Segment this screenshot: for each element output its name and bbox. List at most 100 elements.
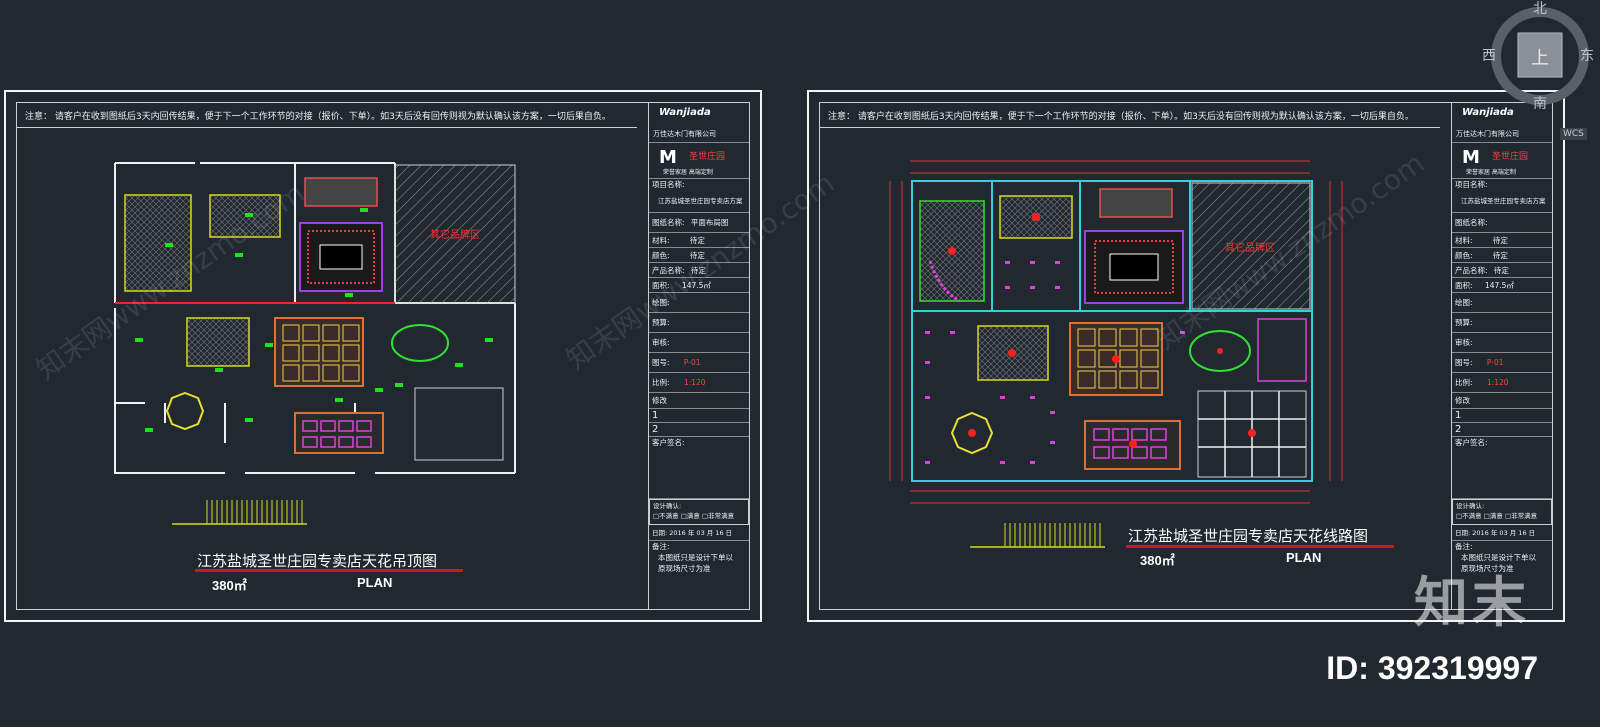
date-row: 日期: 2016 年 03 月 16 日 — [649, 525, 749, 541]
brand-slogan: 荣誉家居 高端定制 — [1466, 169, 1516, 176]
remark-label: 备注: — [652, 542, 670, 551]
material-row: 材料: 待定 — [1452, 233, 1552, 248]
review-row: 审核: — [1452, 333, 1552, 353]
color-value: 待定 — [1492, 251, 1508, 260]
title-block: Wanjiada 万佳达木门有限公司 M 圣世庄园 荣誉家居 高端定制 项目名称… — [1451, 103, 1552, 609]
project-name-row: 项目名称: 江苏盐城圣世庄园专卖店方案 — [649, 179, 749, 213]
revise-row: 修改 — [1452, 393, 1552, 409]
compass-west[interactable]: 西 — [1482, 45, 1496, 65]
image-id: ID: 392319997 — [1326, 650, 1538, 686]
drawing-name-label: 图纸名称: — [1455, 218, 1488, 227]
draw-label: 绘图: — [1455, 298, 1473, 307]
review-label: 审核: — [1455, 338, 1473, 347]
project-name-row: 项目名称: 江苏盐城圣世庄园专卖店方案 — [1452, 179, 1552, 213]
budget-label: 预算: — [1455, 318, 1473, 327]
compass-east[interactable]: 东 — [1580, 45, 1594, 65]
lighting-plan-drawing[interactable]: 其它品牌区 — [880, 151, 1360, 511]
sheet-frame: 注意： 请客户在收到图纸后3天内回传结果，便于下一个工作环节的对接（报价、下单）… — [16, 102, 750, 610]
drawing-title: 江苏盐城圣世庄园专卖店天花吊顶图 — [197, 552, 438, 570]
option-satisfied[interactable]: □满意 — [1484, 512, 1503, 520]
revise-row: 修改 — [649, 393, 749, 409]
number-value: P-01 — [683, 358, 701, 367]
sheet-note: 注意： 请客户在收到图纸后3天内回传结果，便于下一个工作环节的对接（报价、下单）… — [25, 112, 611, 122]
area-value: 147.5㎡ — [1484, 281, 1514, 290]
number-label: 图号: — [1455, 358, 1473, 367]
wcs-button[interactable]: WCS — [1560, 128, 1587, 140]
rev2-value: 2 — [1455, 424, 1462, 435]
area-row-label: 面积: — [1455, 281, 1473, 290]
color-label: 颜色: — [652, 251, 670, 260]
divider — [17, 127, 637, 128]
option-satisfied[interactable]: □满意 — [681, 512, 700, 520]
revise-label: 修改 — [1455, 396, 1470, 405]
title-block: Wanjiada 万佳达木门有限公司 M 圣世庄园 荣誉家居 高端定制 项目名称… — [648, 103, 749, 609]
remark-value: 本图纸只是设计下单以原现场尺寸为准 — [658, 553, 733, 573]
area-label: 380㎡ — [1140, 553, 1175, 568]
sheet-note: 注意： 请客户在收到图纸后3天内回传结果，便于下一个工作环节的对接（报价、下单）… — [828, 112, 1414, 122]
ratio-row: 比例: 1:120 — [649, 373, 749, 393]
area-row: 面积: 147.5㎡ — [1452, 278, 1552, 293]
color-row: 颜色: 待定 — [1452, 248, 1552, 263]
option-dissatisfied[interactable]: □不满意 — [1456, 512, 1482, 520]
design-confirm-label: 设计确认: — [1456, 502, 1485, 510]
material-label: 材料: — [1455, 236, 1473, 245]
number-value: P-01 — [1486, 358, 1504, 367]
brand-name: 圣世庄园 — [1492, 152, 1529, 162]
remark-label: 备注: — [1455, 542, 1473, 551]
rev1-row: 1 — [649, 409, 749, 423]
title-underline — [195, 569, 463, 572]
review-label: 审核: — [652, 338, 670, 347]
rev2-row: 2 — [649, 423, 749, 437]
ratio-value: 1:120 — [1486, 378, 1509, 387]
option-very-satisfied[interactable]: □非常满意 — [702, 512, 734, 520]
number-row: 图号: P-01 — [649, 353, 749, 373]
ratio-label: 比例: — [1455, 378, 1473, 387]
drawing-name-row: 图纸名称: — [1452, 213, 1552, 233]
drawing-sheet-2[interactable]: 注意： 请客户在收到图纸后3天内回传结果，便于下一个工作环节的对接（报价、下单）… — [807, 90, 1565, 622]
ratio-value: 1:120 — [683, 378, 706, 387]
ratio-label: 比例: — [652, 378, 670, 387]
brand-watermark: 知末 — [1414, 571, 1530, 634]
option-very-satisfied[interactable]: □非常满意 — [1505, 512, 1537, 520]
ratio-row: 比例: 1:120 — [1452, 373, 1552, 393]
sheet-frame: 注意： 请客户在收到图纸后3天内回传结果，便于下一个工作环节的对接（报价、下单）… — [819, 102, 1553, 610]
scale-bar — [172, 498, 312, 528]
date-value: 日期: 2016 年 03 月 16 日 — [652, 529, 733, 537]
design-confirm-options: □不满意 □满意 □非常满意 — [653, 510, 748, 520]
product-row: 产品名称: 待定 — [1452, 263, 1552, 278]
project-name-label: 项目名称: — [652, 180, 685, 189]
color-label: 颜色: — [1455, 251, 1473, 260]
number-label: 图号: — [652, 358, 670, 367]
drawing-name-value: 平面布局图 — [690, 218, 729, 227]
plan-label: PLAN — [357, 575, 393, 590]
drawing-title: 江苏盐城圣世庄园专卖店天花线路图 — [1128, 527, 1369, 545]
brand-area-label: 其它品牌区 — [430, 228, 480, 241]
ceiling-plan-svg: 其它品牌区 — [114, 162, 516, 474]
project-name-label: 项目名称: — [1455, 180, 1488, 189]
view-cube[interactable]: 北 南 西 东 上 WCS — [1450, 0, 1600, 140]
design-confirm-row: 设计确认: □不满意 □满意 □非常满意 — [649, 499, 749, 525]
compass-south[interactable]: 南 — [1533, 93, 1547, 113]
view-cube-top[interactable]: 上 — [1531, 44, 1549, 70]
logo-row: Wanjiada 万佳达木门有限公司 — [649, 103, 749, 143]
signature-row: 客户签名: — [1452, 437, 1552, 499]
brand-slogan: 荣誉家居 高端定制 — [663, 169, 713, 176]
drawing-sheet-1[interactable]: 注意： 请客户在收到图纸后3天内回传结果，便于下一个工作环节的对接（报价、下单）… — [4, 90, 762, 622]
company-name: 万佳达木门有限公司 — [653, 130, 716, 138]
brand-row: M 圣世庄园 荣誉家居 高端定制 — [1452, 143, 1552, 179]
option-dissatisfied[interactable]: □不满意 — [653, 512, 679, 520]
area-label: 380㎡ — [212, 578, 247, 593]
rev2-row: 2 — [1452, 423, 1552, 437]
signature-row: 客户签名: — [649, 437, 749, 499]
signature-label: 客户签名: — [1455, 438, 1488, 447]
material-label: 材料: — [652, 236, 670, 245]
brand-row: M 圣世庄园 荣誉家居 高端定制 — [649, 143, 749, 179]
product-label: 产品名称: — [1455, 266, 1488, 275]
compass-north[interactable]: 北 — [1533, 0, 1547, 18]
design-confirm-row: 设计确认: □不满意 □满意 □非常满意 — [1452, 499, 1552, 525]
ceiling-plan-drawing[interactable]: 其它品牌区 — [105, 153, 525, 483]
project-name-value: 江苏盐城圣世庄园专卖店方案 — [1461, 197, 1546, 205]
rev1-value: 1 — [1455, 410, 1462, 421]
compass-ring-icon — [1491, 7, 1589, 105]
review-row: 审核: — [649, 333, 749, 353]
